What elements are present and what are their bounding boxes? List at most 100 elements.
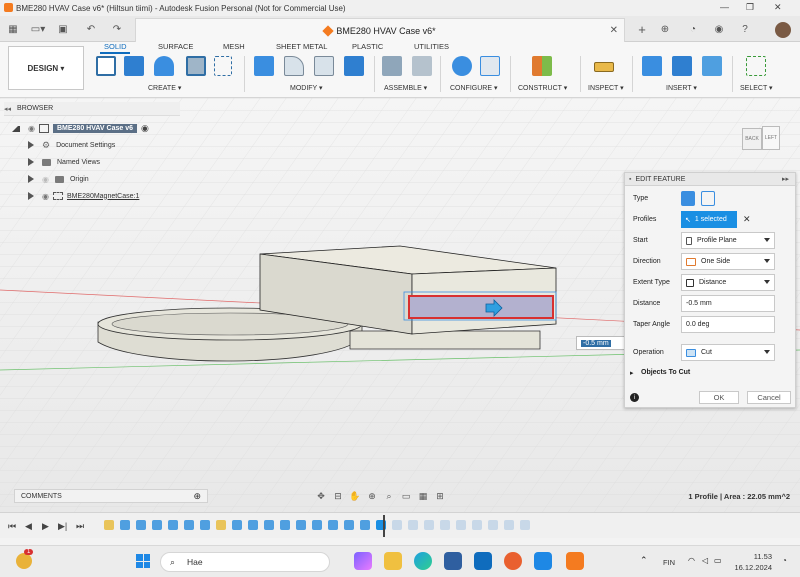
- taskbar-search[interactable]: ⌕ Hae: [160, 552, 330, 572]
- extent-select[interactable]: Distance: [681, 274, 775, 291]
- viewports-icon[interactable]: ⊞: [433, 491, 447, 502]
- collapse-icon[interactable]: ▪: [629, 176, 631, 183]
- job-status-icon[interactable]: ◔: [686, 22, 700, 36]
- hole-icon[interactable]: [186, 56, 206, 76]
- tab-surface[interactable]: SURFACE: [158, 42, 193, 51]
- timeline-feature-icon[interactable]: [408, 520, 418, 530]
- timeline-feature-icon[interactable]: [264, 520, 274, 530]
- browser-header[interactable]: ◂◂ BROWSER: [4, 102, 180, 116]
- tab-mesh[interactable]: MESH: [223, 42, 245, 51]
- minimize-button[interactable]: —: [720, 2, 729, 12]
- timeline-feature-icon[interactable]: [360, 520, 370, 530]
- edge-icon[interactable]: [414, 552, 432, 570]
- timeline-marker[interactable]: [383, 515, 385, 537]
- timeline-feature-icon[interactable]: [488, 520, 498, 530]
- inspect-menu[interactable]: INSPECT ▾: [588, 84, 624, 92]
- tab-sheet-metal[interactable]: SHEET METAL: [276, 42, 327, 51]
- battery-icon[interactable]: ▭: [714, 556, 722, 565]
- new-component-icon[interactable]: [382, 56, 402, 76]
- close-button[interactable]: ✕: [774, 2, 782, 13]
- create-menu[interactable]: CREATE ▾: [148, 84, 181, 92]
- timeline-feature-icon[interactable]: [296, 520, 306, 530]
- comments-panel[interactable]: COMMENTS ⊕: [14, 489, 208, 503]
- timeline-feature-icon[interactable]: [200, 520, 210, 530]
- configuration-table-icon[interactable]: [480, 56, 500, 76]
- timeline-feature-icon[interactable]: [392, 520, 402, 530]
- construct-menu[interactable]: CONSTRUCT ▾: [518, 84, 567, 92]
- windows-start-icon[interactable]: [136, 554, 150, 568]
- grid-settings-icon[interactable]: ▦: [416, 491, 430, 502]
- timeline-feature-icon[interactable]: [216, 520, 226, 530]
- clear-selection-icon[interactable]: ✕: [743, 214, 751, 225]
- timeline-feature-icon[interactable]: [456, 520, 466, 530]
- expand-icon[interactable]: [28, 158, 34, 166]
- timeline-feature-icon[interactable]: [168, 520, 178, 530]
- file-explorer-icon[interactable]: [384, 552, 402, 570]
- thin-extrude-icon[interactable]: [701, 191, 715, 206]
- expand-icon[interactable]: [28, 192, 34, 200]
- timeline-end-icon[interactable]: ⏭: [76, 521, 84, 532]
- direction-select[interactable]: One Side: [681, 253, 775, 270]
- expand-icon[interactable]: [28, 141, 34, 149]
- distance-manipulator[interactable]: -0.5 mm: [576, 336, 626, 350]
- workspace-switcher[interactable]: DESIGN ▾: [8, 46, 84, 90]
- tab-solid[interactable]: SOLID: [104, 42, 127, 51]
- combine-icon[interactable]: [344, 56, 364, 76]
- configure-menu[interactable]: CONFIGURE ▾: [450, 84, 497, 92]
- avatar[interactable]: [775, 22, 791, 38]
- extrude-icon[interactable]: [124, 56, 144, 76]
- info-icon[interactable]: i: [630, 393, 639, 402]
- maximize-button[interactable]: ❐: [746, 2, 754, 13]
- fillet-icon[interactable]: [284, 56, 304, 76]
- timeline-feature-icon[interactable]: [328, 520, 338, 530]
- redo-icon[interactable]: ↷: [110, 22, 124, 36]
- fit-icon[interactable]: ⌕: [382, 491, 396, 502]
- measure-icon[interactable]: [594, 62, 614, 72]
- tab-utilities[interactable]: UTILITIES: [414, 42, 449, 51]
- viewcube[interactable]: BACK LEFT: [742, 120, 782, 156]
- fusion-taskbar-icon[interactable]: [566, 552, 584, 570]
- help-icon[interactable]: ?: [738, 22, 752, 36]
- select-icon[interactable]: [746, 56, 766, 76]
- weather-icon[interactable]: [16, 553, 32, 569]
- operation-select[interactable]: Cut: [681, 344, 775, 361]
- display-settings-icon[interactable]: ▭: [399, 491, 413, 502]
- joint-icon[interactable]: [412, 56, 432, 76]
- notifications-icon[interactable]: ◉: [712, 22, 726, 36]
- save-icon[interactable]: ▣: [56, 22, 70, 36]
- configure-icon[interactable]: [452, 56, 472, 76]
- viewcube-back-face[interactable]: BACK: [742, 128, 762, 150]
- notifications-bell-icon[interactable]: ◔: [782, 556, 787, 565]
- distance-input[interactable]: -0.5 mm: [681, 295, 775, 312]
- new-tab-plus-icon[interactable]: +: [635, 22, 649, 37]
- extrude-type-icon[interactable]: [681, 191, 695, 206]
- revolve-icon[interactable]: [154, 56, 174, 76]
- insert-menu[interactable]: INSERT ▾: [666, 84, 697, 92]
- expand-dialog-icon[interactable]: ▸▸: [782, 175, 789, 183]
- tab-plastic[interactable]: PLASTIC: [352, 42, 383, 51]
- browser-item-origin[interactable]: ◉ Origin: [28, 172, 89, 186]
- grid-menu-icon[interactable]: ▦: [6, 22, 20, 36]
- timeline-feature-icon[interactable]: [152, 520, 162, 530]
- timeline-feature-icon[interactable]: [120, 520, 130, 530]
- expand-icon[interactable]: [12, 124, 20, 132]
- browser-item-document-settings[interactable]: ⚙ Document Settings: [28, 138, 115, 152]
- dialog-header[interactable]: ▪ EDIT FEATURE ▸▸: [625, 173, 795, 186]
- timeline-feature-icon[interactable]: [104, 520, 114, 530]
- document-tab-close-icon[interactable]: ✕: [610, 25, 618, 36]
- browser-item-named-views[interactable]: Named Views: [28, 155, 100, 169]
- tray-chevron-icon[interactable]: ⌃: [640, 555, 648, 566]
- document-tab[interactable]: BME280 HVAV Case v6* ✕: [135, 18, 625, 42]
- pattern-icon[interactable]: [214, 56, 232, 76]
- timeline-play-icon[interactable]: ▶: [42, 521, 49, 532]
- timeline-feature-icon[interactable]: [424, 520, 434, 530]
- timeline-feature-icon[interactable]: [248, 520, 258, 530]
- insert-mcmaster-icon[interactable]: [672, 56, 692, 76]
- timeline-feature-icon[interactable]: [472, 520, 482, 530]
- expand-icon[interactable]: [28, 175, 34, 183]
- offset-plane-icon[interactable]: [532, 56, 552, 76]
- store-icon[interactable]: [444, 552, 462, 570]
- timeline-feature-icon[interactable]: [232, 520, 242, 530]
- collapse-icon[interactable]: ◂◂: [4, 105, 11, 113]
- extensions-icon[interactable]: ⊕: [658, 22, 672, 36]
